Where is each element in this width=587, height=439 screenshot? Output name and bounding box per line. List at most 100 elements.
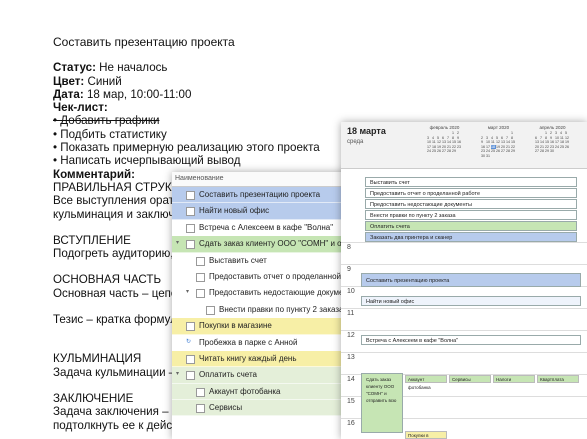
task-row[interactable]: ▾ Сдать заказ клиенту ООО "СОМН" и отправ [172, 236, 357, 253]
mini-month-grid: 1 2 3 4 5 6 7 8 9 10 11 12 13 14 15 16 17 18 19 20 21 22 23 24 2… [427, 131, 462, 154]
calendar-event[interactable]: Найти новый офис [361, 296, 581, 306]
mini-day[interactable]: 29 [452, 149, 457, 154]
task-label: Составить презентацию проекта [199, 190, 321, 199]
color-value: Синий [87, 74, 122, 88]
task-row[interactable]: ▾ Предоставить недостающие документы [172, 285, 357, 302]
hour-label: 16 [347, 420, 355, 427]
calendar-sub-event[interactable]: Аккаунт фотобанка [405, 375, 447, 390]
task-row[interactable]: Выставить счет [172, 253, 357, 269]
calendar-sub-event[interactable]: Сервисы [449, 375, 491, 383]
hour-slot[interactable]: 9 [341, 264, 587, 273]
task-checkbox[interactable] [196, 272, 205, 282]
date-value: 18 мар, 10:00-11:00 [86, 87, 192, 101]
date-label: Дата: [53, 87, 84, 101]
all-day-event[interactable]: Оплатить счета [365, 221, 577, 231]
all-day-event[interactable]: Выставить счет [365, 177, 577, 187]
hour-label: 13 [347, 354, 355, 361]
task-label: Предоставить недостающие документы [209, 288, 357, 298]
task-label: Оплатить счета [199, 370, 257, 380]
task-row[interactable]: Сервисы [172, 400, 357, 417]
hour-slot[interactable]: 13 [341, 352, 587, 361]
calendar-sub-event[interactable]: Налоги [493, 375, 535, 383]
task-title: Составить презентацию проекта [53, 35, 235, 49]
hour-slot[interactable]: 11 [341, 308, 587, 317]
mini-month-mar[interactable]: март 2020 1 2 3 4 5 6 7 8 9 10 11 12 13 14 15 16 17 18 19 2… [481, 125, 516, 159]
status-label: Статус: [53, 61, 96, 75]
task-row[interactable]: Читать книгу каждый день [172, 350, 357, 368]
calendar-date: 18 марта [347, 126, 386, 136]
task-checkbox[interactable] [186, 371, 195, 381]
task-checkbox[interactable] [206, 305, 215, 315]
task-label: Сдать заказ клиенту ООО "СОМН" и отправ [199, 239, 357, 249]
expand-arrow-icon[interactable]: ▾ [186, 285, 189, 300]
task-rows: Составить презентацию проекта Найти новый… [172, 187, 357, 417]
name-column-header[interactable]: Наименование [172, 172, 357, 187]
task-checkbox[interactable] [186, 354, 195, 364]
mini-month-title: февраль 2020 [429, 125, 460, 130]
task-checkbox[interactable] [186, 207, 195, 217]
all-day-event[interactable]: Внести правки по пункту 2 заказа [365, 210, 577, 220]
calendar-sub-event[interactable]: Квартплата [537, 375, 579, 383]
hour-slot[interactable]: 8 [341, 242, 587, 251]
calendar-panel: 18 марта среда февраль 2020 1 2 3 4 5 6 7 8 9 10 1… [341, 122, 587, 439]
hour-label: 14 [347, 376, 355, 383]
mini-month-title: март 2020 [487, 125, 510, 130]
mini-day[interactable]: 26 [565, 145, 570, 150]
task-label: Аккаунт фотобанка [209, 386, 281, 396]
task-checkbox[interactable] [186, 322, 195, 332]
mini-day[interactable]: 30 [550, 149, 555, 154]
task-row[interactable]: Внести правки по пункту 2 заказа [172, 302, 357, 319]
expand-arrow-icon[interactable]: ▾ [176, 367, 179, 382]
task-label: Внести правки по пункту 2 заказа [219, 304, 344, 314]
all-day-event[interactable]: Предоставить недостающие документы [365, 199, 577, 209]
task-row[interactable]: Составить презентацию проекта [172, 187, 357, 204]
task-row[interactable]: Встреча с Алексеем в кафе "Волна" [172, 220, 357, 237]
task-label: Покупки в магазине [199, 321, 272, 331]
checklist-item: • Написать исчерпывающий вывод [53, 154, 241, 168]
hour-slot[interactable]: 12 [341, 330, 587, 339]
task-row[interactable]: Предоставить отчет о проделанной раб [172, 269, 357, 286]
calendar-event[interactable]: Сдать заказ клиенту ООО "СОМН" и отправи… [361, 373, 403, 433]
task-row[interactable]: Найти новый офис [172, 203, 357, 220]
checklist-item: • Показать примерную реализацию этого пр… [53, 141, 320, 155]
mini-month-feb[interactable]: февраль 2020 1 2 3 4 5 6 7 8 9 10 11 12 13 14 15 16 17 18… [427, 125, 462, 154]
task-row[interactable]: ↻ Пробежка в парке с Анной [172, 335, 357, 351]
mini-month-apr[interactable]: апрель 2020 1 2 3 4 5 6 7 8 9 10 11 12 13 14 15 16 17 18 1… [535, 125, 570, 154]
status-row: Статус: Не началось [53, 61, 363, 74]
all-day-event[interactable]: Предоставить отчет о проделанной работе [365, 188, 577, 198]
task-row[interactable]: ▾ Оплатить счета [172, 367, 357, 384]
expand-arrow-icon[interactable]: ▾ [176, 236, 179, 251]
color-row: Цвет: Синий [53, 75, 363, 88]
task-label: Предоставить отчет о проделанной раб [209, 271, 357, 281]
calendar-event[interactable]: Встреча с Алексеем в кафе "Волна" [361, 335, 581, 345]
task-checkbox[interactable] [196, 256, 205, 266]
task-checkbox[interactable] [186, 223, 195, 233]
color-label: Цвет: [53, 74, 85, 88]
mini-day[interactable]: 23 [457, 145, 462, 150]
mini-day[interactable]: 29 [511, 149, 516, 154]
task-row[interactable]: Покупки в магазине [172, 318, 357, 335]
checklist-item: • Добавить графики [53, 114, 160, 128]
task-checkbox[interactable] [196, 404, 205, 414]
task-checkbox[interactable] [196, 289, 205, 299]
task-checkbox[interactable] [186, 240, 195, 250]
mini-month-grid: 1 2 3 4 5 6 7 8 9 10 11 12 13 14 15 16 17 18 19 20 21 22 23 24 2… [481, 131, 516, 159]
calendar-event[interactable]: Покупки в магазине [405, 431, 447, 439]
task-checkbox[interactable] [186, 191, 195, 200]
hour-label: 10 [347, 288, 355, 295]
checklist-item: • Подбить статистику [53, 127, 167, 141]
hour-label: 12 [347, 332, 355, 339]
date-row: Дата: 18 мар, 10:00-11:00 [53, 88, 363, 101]
hour-label: 8 [347, 244, 351, 251]
hour-label: 9 [347, 266, 351, 273]
task-label: Выставить счет [209, 255, 267, 265]
recurring-icon: ↻ [186, 338, 192, 345]
task-label: Читать книгу каждый день [199, 353, 297, 363]
all-day-event[interactable]: Заказать два принтера и сканер [365, 232, 577, 242]
calendar-event[interactable]: Составить презентацию проекта [361, 273, 581, 287]
task-checkbox[interactable] [196, 387, 205, 397]
mini-day[interactable]: 31 [486, 154, 491, 159]
checklist-label: Чек-лист: [53, 101, 108, 115]
status-value: Не началось [99, 61, 168, 75]
task-row[interactable]: Аккаунт фотобанка [172, 383, 357, 401]
